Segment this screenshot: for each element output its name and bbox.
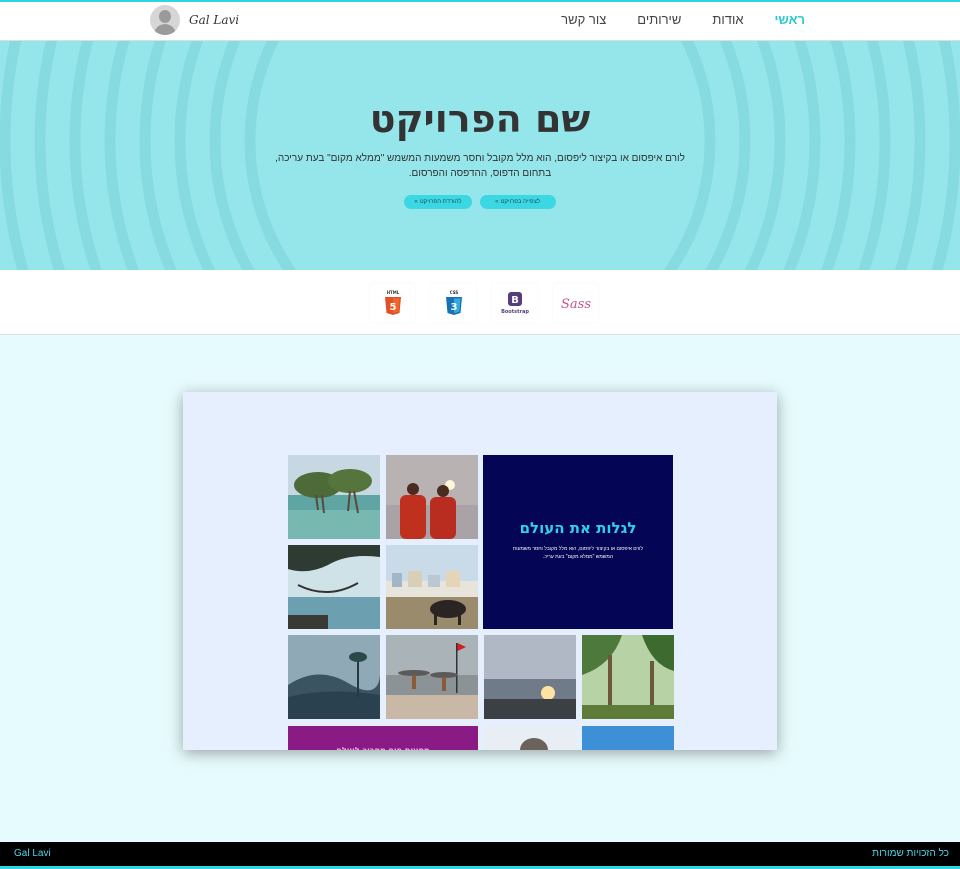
hero-section: שם הפרויקט לורם איפסום או בקיצור ליפסום,…	[0, 41, 960, 270]
description-line-1: לורם איפסום או בקיצור ליפסום, הוא מלל מק…	[275, 153, 685, 164]
feature-title: לגלות את העולם	[519, 519, 637, 537]
hero-buttons: « להורדת הפרויקט « לצפייה בפרויקט	[0, 195, 960, 209]
html-logo-text: HTML	[386, 290, 399, 295]
nav-item-contact[interactable]: צור קשר	[561, 12, 606, 27]
bootstrap-logo: B Bootstrap	[492, 284, 537, 322]
logo[interactable]: Gal Lavi	[150, 5, 239, 35]
avatar	[150, 5, 180, 35]
preview-image-hammock	[288, 545, 380, 629]
preview-image-beach-flag	[386, 635, 478, 719]
nav-item-about[interactable]: אודות	[712, 12, 743, 27]
svg-text:5: 5	[389, 302, 396, 313]
description-line-2: בתחום הדפוס, ההדפסה והפרסום.	[408, 168, 552, 179]
view-project-label: לצפייה בפרויקט	[500, 199, 541, 205]
footer-copyright: כל הזכויות שמורות	[872, 848, 949, 859]
view-project-button[interactable]: « לצפייה בפרויקט	[479, 195, 556, 209]
project-description: לורם איפסום או בקיצור ליפסום, הוא מלל מק…	[270, 151, 690, 181]
preview-image-monks	[386, 455, 478, 539]
preview-image-blue-sky	[582, 726, 674, 750]
download-project-button[interactable]: « להורדת הפרויקט	[404, 195, 472, 209]
technologies-bar: HTML 5 CSS 3 B Bootstrap Sass	[0, 270, 960, 335]
css3-logo: CSS 3	[431, 284, 476, 322]
download-project-label: להורדת הפרויקט	[419, 199, 462, 205]
sass-logo-text: Sass	[561, 297, 591, 312]
html5-logo: HTML 5	[370, 284, 415, 322]
bootstrap-logo-text: Bootstrap	[501, 309, 529, 315]
preview-image-mangroves	[288, 455, 380, 539]
footer-brand[interactable]: Gal Lavi	[14, 848, 51, 859]
site-footer: Gal Lavi כל הזכויות שמורות	[0, 842, 960, 869]
preview-image-sunset	[484, 635, 576, 719]
promo-card: מסעות חוף מסביב לעולם	[288, 726, 478, 750]
preview-image-misty-hills	[288, 635, 380, 719]
project-preview: לגלות את העולם לורם איפסום או בקיצור ליפ…	[183, 392, 777, 750]
logo-text: Gal Lavi	[189, 13, 240, 27]
double-chevron-left-icon: «	[414, 199, 418, 205]
preview-image-palms	[582, 635, 674, 719]
nav-item-services[interactable]: שירותים	[637, 12, 681, 27]
preview-image-monkey	[484, 726, 576, 750]
css-logo-text: CSS	[449, 290, 458, 295]
nav-item-home[interactable]: ראשי	[775, 12, 806, 27]
svg-text:3: 3	[450, 302, 457, 313]
project-title: שם הפרויקט	[369, 97, 591, 141]
double-chevron-left-icon: «	[495, 199, 499, 205]
feature-text: לורם איפסום או בקיצור ליפסום, הוא מלל מק…	[512, 546, 644, 560]
feature-card: לגלות את העולם לורם איפסום או בקיצור ליפ…	[483, 455, 673, 629]
svg-text:B: B	[511, 295, 519, 306]
main-nav: ראשי אודות שירותים צור קשר	[561, 12, 805, 27]
sass-logo: Sass	[553, 284, 598, 322]
preview-image-cow-town	[386, 545, 478, 629]
site-header: Gal Lavi ראשי אודות שירותים צור קשר	[0, 2, 960, 41]
